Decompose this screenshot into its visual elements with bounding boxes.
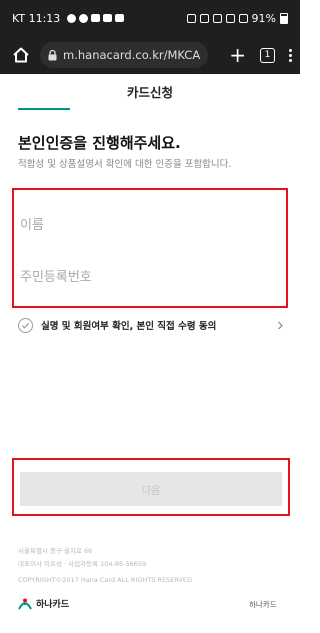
agree-checkbox[interactable]: [18, 317, 33, 333]
progress-indicator: [18, 108, 70, 110]
alarm-icon: [186, 13, 196, 23]
chevron-right-icon[interactable]: [277, 321, 284, 330]
wifi-icon: [225, 13, 235, 23]
status-bar: KT 11:13 91%: [0, 0, 300, 36]
battery-icon: [280, 12, 288, 24]
battery-percent: 91%: [251, 11, 276, 25]
next-button[interactable]: 다음: [20, 472, 282, 506]
input-highlight-box: [12, 188, 288, 308]
hanacard-logo-icon: [18, 598, 32, 610]
address-bar[interactable]: m.hanacard.co.kr/MKCA: [40, 42, 208, 68]
footer-copyright: COPYRIGHT©2017 Hana Card ALL RIGHTS RESE…: [18, 576, 193, 584]
url-text: m.hanacard.co.kr/MKCA: [63, 48, 201, 62]
ssn-field[interactable]: 주민등록번호: [20, 266, 92, 285]
agreement-row[interactable]: 실명 및 회원여부 확인, 본인 직접 수령 동의: [18, 316, 284, 334]
auth-subheading: 적합성 및 상품설명서 확인에 대한 인증을 포함합니다.: [18, 159, 232, 170]
footer-hanacard-link[interactable]: 하나카드: [249, 599, 277, 610]
status-left: KT 11:13: [12, 11, 125, 25]
tab-switcher-button[interactable]: 1: [260, 47, 275, 63]
browser-actions: + 1: [229, 45, 292, 65]
new-tab-button[interactable]: +: [229, 45, 246, 65]
footer-address: 서울특별시 중구 을지로 66: [18, 547, 93, 555]
menu-icon[interactable]: [289, 48, 292, 62]
home-button[interactable]: [8, 42, 34, 68]
mute-icon: [212, 13, 222, 23]
signal-icon: [238, 13, 248, 23]
footer-business-info: 대표이사 이호성 · 사업자등록 104-86-56659: [18, 560, 147, 568]
carrier-time: KT 11:13: [12, 11, 61, 25]
message-icon: [67, 13, 77, 23]
agree-label: 실명 및 회원여부 확인, 본인 직접 수령 동의: [41, 321, 217, 332]
lock-icon: [48, 49, 57, 61]
status-right: 91%: [186, 11, 288, 25]
auth-heading: 본인인증을 진행해주세요.: [18, 134, 181, 152]
logo-text: 하나카드: [36, 600, 70, 610]
youtube-icon: [91, 14, 101, 22]
youtube-icon-3: [115, 14, 125, 22]
name-field[interactable]: 이름: [20, 214, 44, 233]
youtube-icon-2: [103, 14, 113, 22]
check-icon: [22, 322, 29, 329]
home-icon: [13, 47, 29, 63]
browser-toolbar: m.hanacard.co.kr/MKCA + 1: [0, 36, 300, 74]
page-title: 카드신청: [126, 84, 173, 100]
hanacard-logo: 하나카드: [18, 597, 69, 610]
vibrate-icon: [199, 13, 209, 23]
facebook-icon: [79, 13, 89, 23]
